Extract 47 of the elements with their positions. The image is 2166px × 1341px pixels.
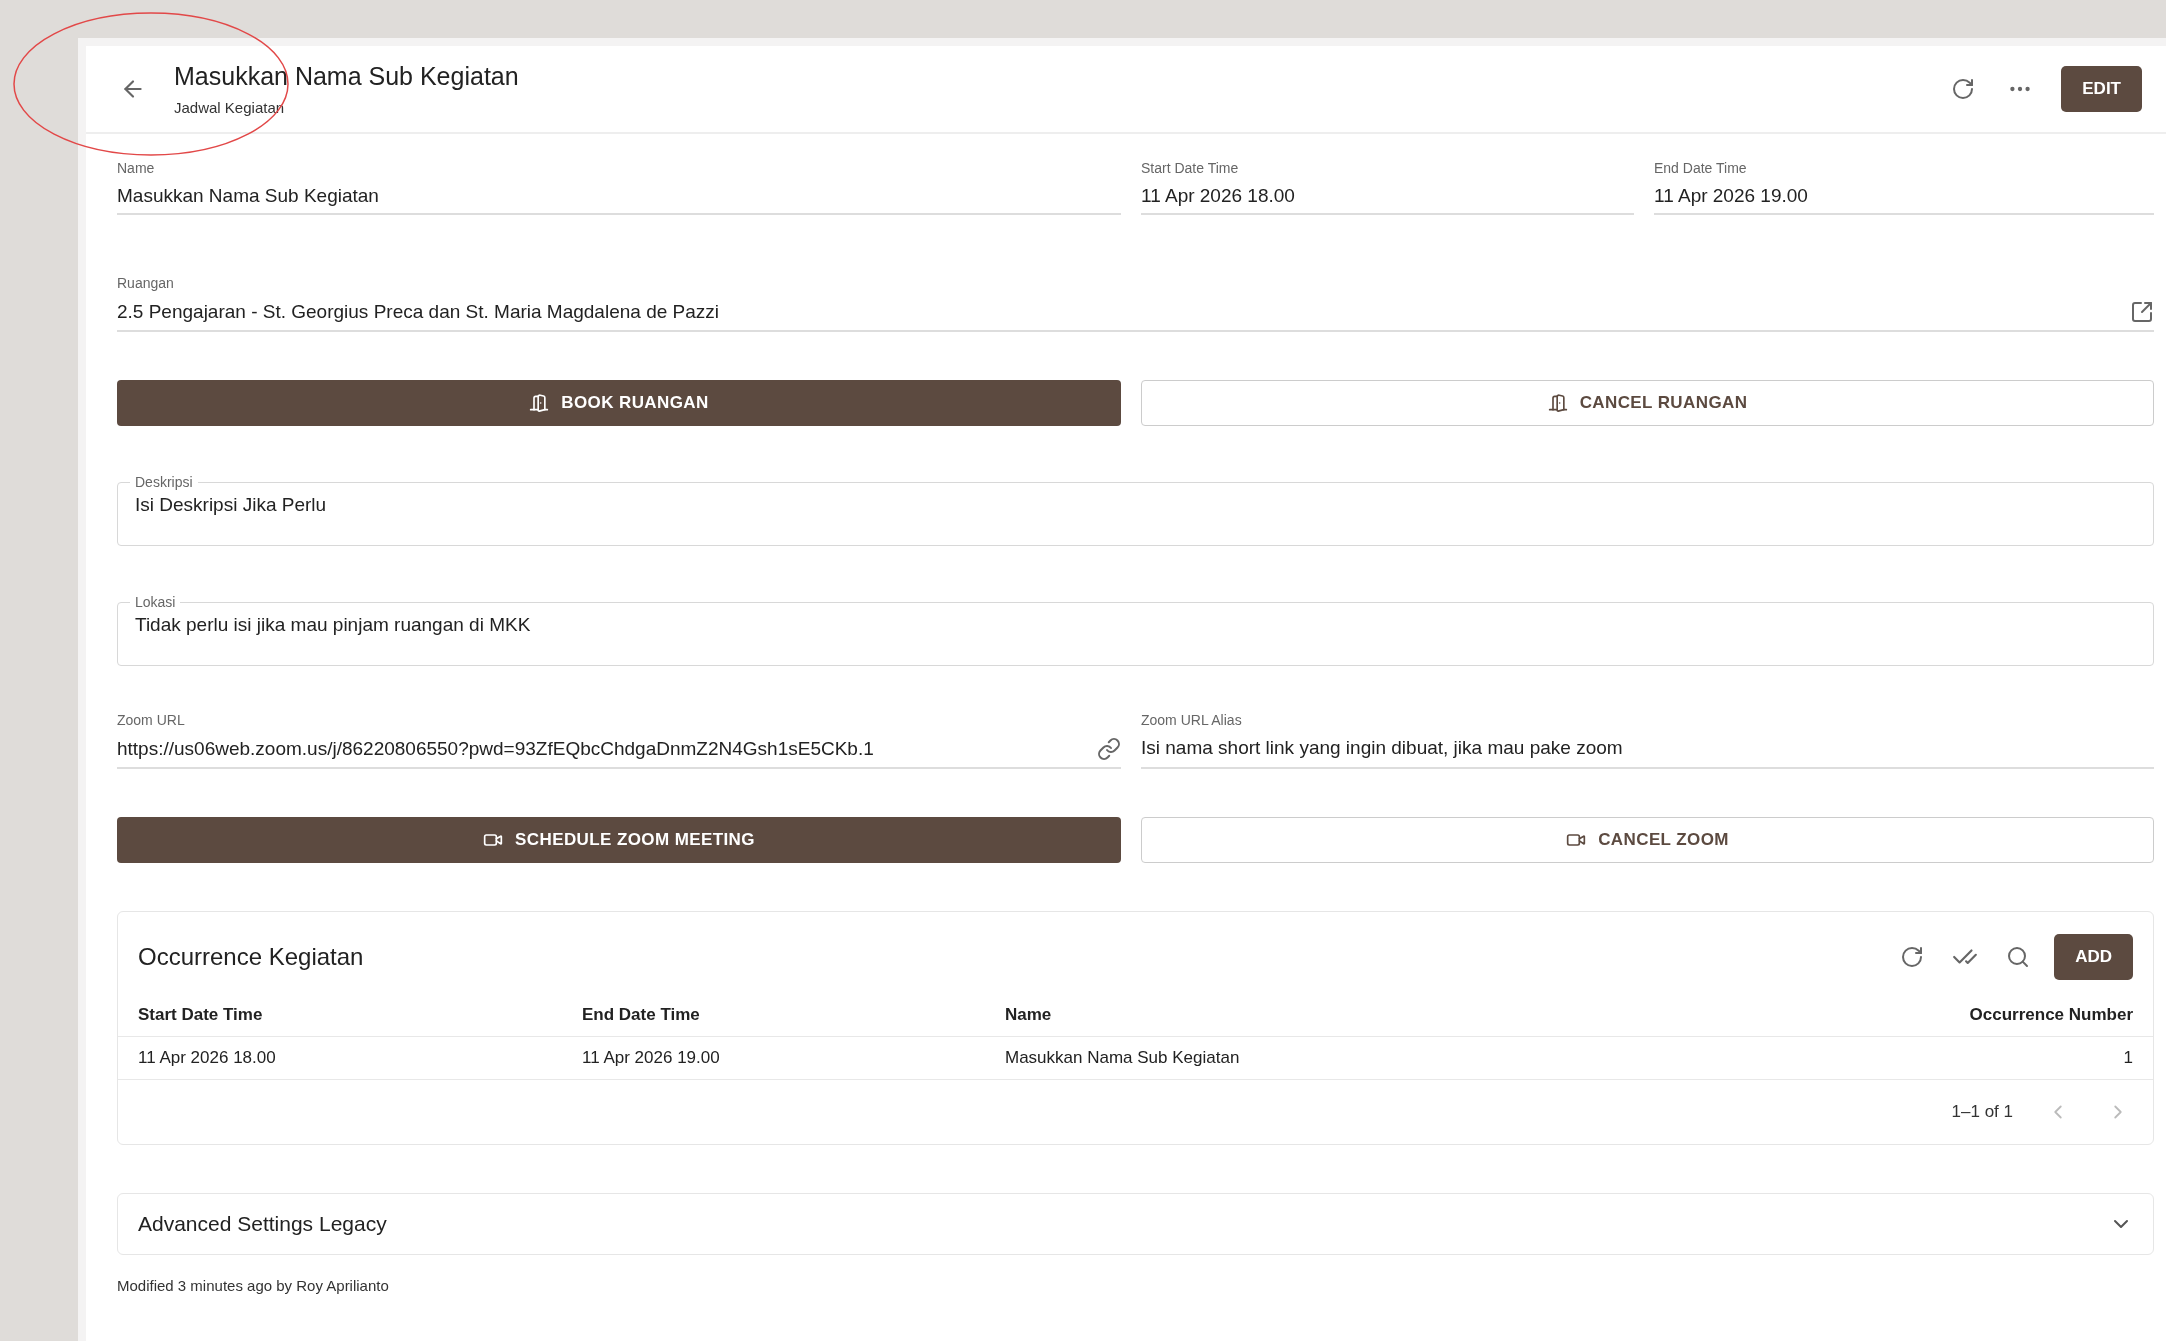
text-field[interactable]: Zoom URL https://us06web.zoom.us/j/86220806550?pwd=93ZfEQbcChdgaDnmZ2N4Gsh1sE5CKb.1 xyxy=(117,712,1121,769)
text-field[interactable]: Ruangan 2.5 Pengajaran - St. Georgius Preca dan St. Maria Magdalena de Pazzi xyxy=(117,275,2154,332)
door-icon xyxy=(529,393,550,413)
field-value: Isi Deskripsi Jika Perlu xyxy=(135,494,328,516)
field-value: 11 Apr 2026 19.00 xyxy=(1654,185,1809,207)
action-button[interactable]: BOOK RUANGAN xyxy=(117,380,1121,426)
text-area[interactable]: Deskripsi Isi Deskripsi Jika Perlu xyxy=(117,474,2154,546)
text-field[interactable]: Start Date Time 11 Apr 2026 18.00 xyxy=(1141,160,1634,215)
action-button[interactable]: SCHEDULE ZOOM MEETING xyxy=(117,817,1121,863)
field-label: Name xyxy=(117,160,156,176)
field-label: Ruangan xyxy=(117,275,175,291)
field-label: Zoom URL Alias xyxy=(1141,712,1243,728)
table-cell-text: 11 Apr 2026 19.00 xyxy=(582,1048,721,1068)
table-cell-text: 1 xyxy=(2122,1048,2133,1068)
field-label: Deskripsi xyxy=(134,474,194,490)
text-field[interactable]: End Date Time 11 Apr 2026 19.00 xyxy=(1654,160,2154,215)
column-header[interactable]: End Date Time xyxy=(582,1005,1005,1025)
field-value: Tidak perlu isi jika mau pinjam ruangan di MKK xyxy=(135,614,532,636)
add-button[interactable]: ADD xyxy=(2054,934,2133,980)
field-label: End Date Time xyxy=(1654,160,1748,176)
field-value: Masukkan Nama Sub Kegiatan xyxy=(117,185,380,207)
field-value: 2.5 Pengajaran - St. Georgius Preca dan St. Maria Magdalena de Pazzi xyxy=(117,301,720,323)
edit-button[interactable]: EDIT xyxy=(2061,66,2142,112)
door-icon xyxy=(1547,393,1568,413)
page-title: Masukkan Nama Sub Kegiatan xyxy=(174,62,520,91)
column-header[interactable]: Name xyxy=(1005,1005,1833,1025)
panel-title: Occurrence Kegiatan xyxy=(138,943,365,971)
modified-note: Modified 3 minutes ago by Roy Aprilianto xyxy=(117,1277,390,1294)
link-icon[interactable] xyxy=(1097,737,1121,761)
accordion-header[interactable]: Advanced Settings Legacy xyxy=(117,1193,2154,1255)
column-header[interactable]: Start Date Time xyxy=(138,1005,582,1025)
table-cell-text: 11 Apr 2026 18.00 xyxy=(138,1048,277,1068)
field-value: Isi nama short link yang ingin dibuat, jika mau pake zoom xyxy=(1141,737,1624,759)
column-header[interactable]: Occurrence Number xyxy=(1833,1005,2133,1025)
external-link-icon[interactable] xyxy=(2130,300,2154,324)
field-label: Start Date Time xyxy=(1141,160,1240,176)
field-label: Zoom URL xyxy=(117,712,186,728)
text-area[interactable]: Lokasi Tidak perlu isi jika mau pinjam ruangan di MKK xyxy=(117,594,2154,666)
text-field[interactable]: Name Masukkan Nama Sub Kegiatan xyxy=(117,160,1121,215)
pagination-range: 1–1 of 1 xyxy=(1951,1102,2013,1122)
field-value: https://us06web.zoom.us/j/86220806550?pwd=93ZfEQbcChdgaDnmZ2N4Gsh1sE5CKb.1 xyxy=(117,738,875,760)
action-button[interactable]: CANCEL ZOOM xyxy=(1141,817,2154,863)
table-cell-text: Masukkan Nama Sub Kegiatan xyxy=(1005,1048,1241,1068)
field-label: Lokasi xyxy=(134,594,177,610)
action-button[interactable]: CANCEL RUANGAN xyxy=(1141,380,2154,426)
text-field[interactable]: Zoom URL Alias Isi nama short link yang ingin dibuat, jika mau pake zoom xyxy=(1141,712,2154,769)
field-value: 11 Apr 2026 18.00 xyxy=(1141,185,1296,207)
